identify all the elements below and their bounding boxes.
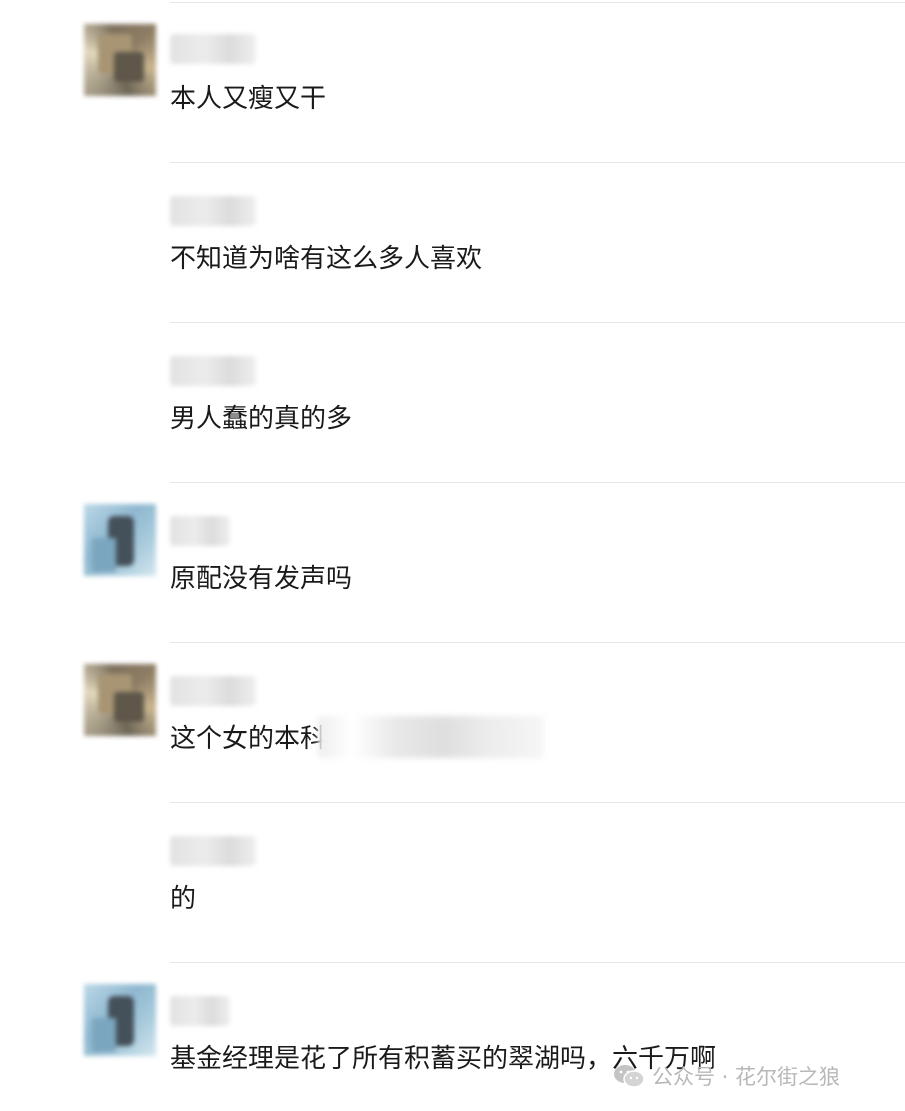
avatar[interactable]	[84, 24, 156, 96]
avatar[interactable]	[84, 664, 156, 736]
comment-list: 本人又瘦又干 不知道为啥有这么多人喜欢 男人蠢的真的多 原配没有发声吗 这个女的…	[0, 0, 905, 1111]
nickname-blurred	[170, 356, 256, 386]
comment-text: 不知道为啥有这么多人喜欢	[170, 244, 483, 274]
nickname-blurred	[170, 196, 256, 226]
comment-text: 男人蠢的真的多	[170, 404, 353, 434]
divider	[170, 2, 905, 3]
comment-text: 本人又瘦又干	[170, 84, 327, 114]
nickname-blurred	[170, 34, 256, 64]
nickname-blurred	[170, 676, 256, 706]
watermark: 公众号 · 花尔街之狼	[612, 1060, 840, 1092]
avatar[interactable]	[84, 984, 156, 1056]
divider	[170, 642, 905, 643]
divider	[170, 322, 905, 323]
nickname-blurred	[170, 996, 230, 1026]
comment-text: 原配没有发声吗	[170, 564, 353, 594]
divider	[170, 962, 905, 963]
wechat-icon	[614, 1065, 645, 1088]
divider	[170, 482, 905, 483]
divider	[170, 162, 905, 163]
divider	[170, 802, 905, 803]
watermark-text: 公众号 · 花尔街之狼	[652, 1065, 841, 1089]
redaction-blur	[318, 716, 544, 758]
comment-text: 这个女的本科	[170, 724, 327, 754]
comment-text: 的	[170, 884, 197, 914]
nickname-blurred	[170, 516, 230, 546]
avatar[interactable]	[84, 504, 156, 576]
nickname-blurred	[170, 836, 256, 866]
